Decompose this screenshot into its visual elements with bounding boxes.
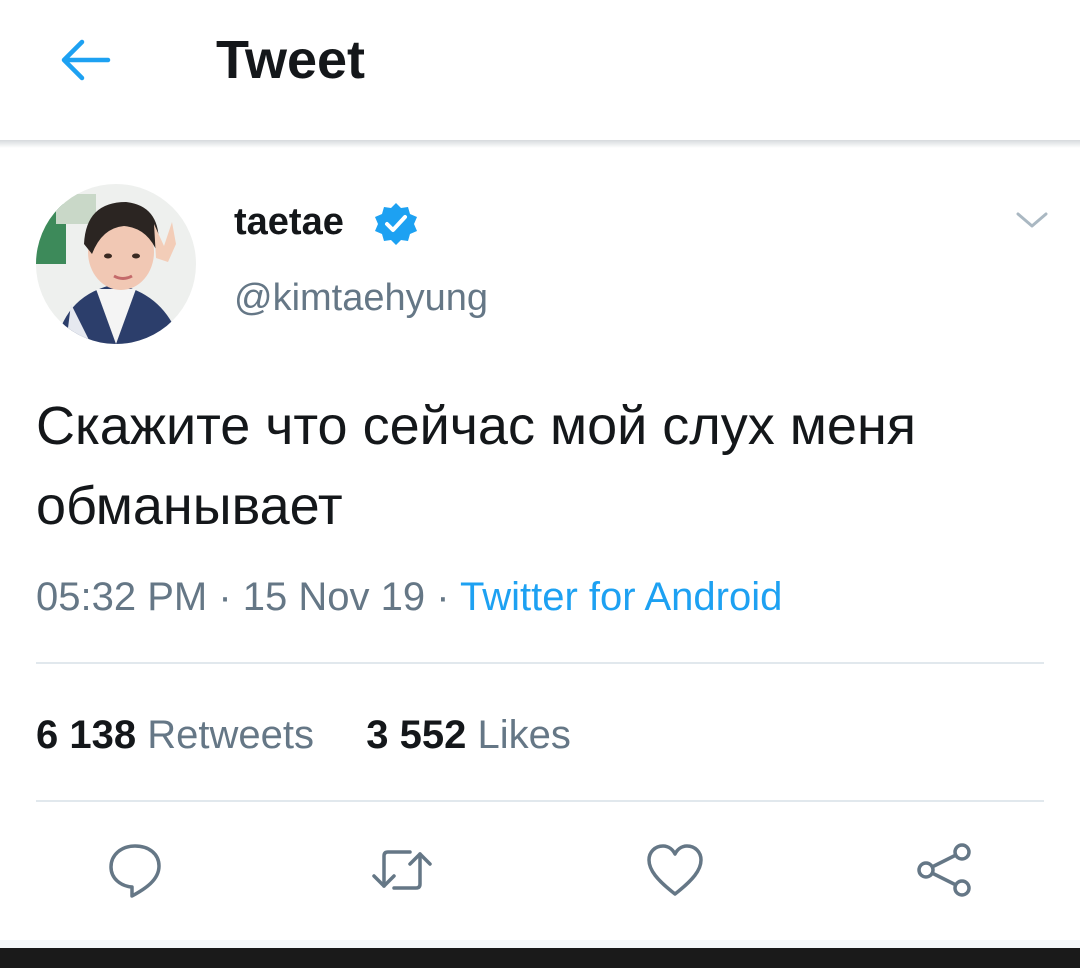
tweet-time: 05:32 PM [36, 575, 208, 619]
tweet-metadata: 05:32 PM · 15 Nov 19 · Twitter for Andro… [36, 572, 782, 622]
heart-icon [647, 844, 703, 896]
retweet-button[interactable] [370, 838, 434, 902]
tweet-options-button[interactable] [1012, 204, 1052, 236]
tweet-date: 15 Nov 19 [242, 575, 426, 619]
header-divider [0, 140, 1080, 148]
speech-bubble-icon [109, 844, 161, 898]
tweet-text: Скажите что сейчас мой слух меня обманыв… [36, 396, 917, 536]
like-button[interactable] [643, 838, 707, 902]
system-nav-bar [0, 948, 1080, 968]
likes-stat[interactable]: 3 552 Likes [366, 713, 571, 757]
avatar[interactable] [36, 184, 196, 344]
back-button[interactable] [52, 32, 116, 88]
meta-separator: · [436, 575, 450, 619]
top-app-bar: Tweet [0, 0, 1080, 140]
meta-separator: · [218, 575, 232, 619]
retweets-stat[interactable]: 6 138 Retweets [36, 713, 325, 757]
retweets-count: 6 138 [36, 713, 137, 757]
page-title: Tweet [216, 30, 366, 90]
chevron-down-icon [1016, 212, 1048, 228]
retweets-label: Retweets [147, 713, 314, 757]
divider [36, 800, 1044, 802]
tweet-stats: 6 138 Retweets 3 552 Likes [36, 710, 571, 760]
tweet-source-link[interactable]: Twitter for Android [460, 575, 782, 619]
share-icon [917, 843, 971, 897]
retweet-icon [372, 850, 432, 890]
bottom-divider [0, 940, 1080, 948]
reply-button[interactable] [103, 838, 167, 902]
likes-count: 3 552 [366, 713, 467, 757]
author-display-name[interactable]: taetae [234, 200, 344, 244]
author-handle[interactable]: @kimtaehyung [234, 276, 488, 320]
divider [36, 662, 1044, 664]
likes-label: Likes [477, 713, 571, 757]
verified-badge-icon [375, 203, 417, 245]
arrow-left-icon [61, 39, 111, 81]
profile-photo [36, 184, 196, 344]
share-button[interactable] [912, 838, 976, 902]
